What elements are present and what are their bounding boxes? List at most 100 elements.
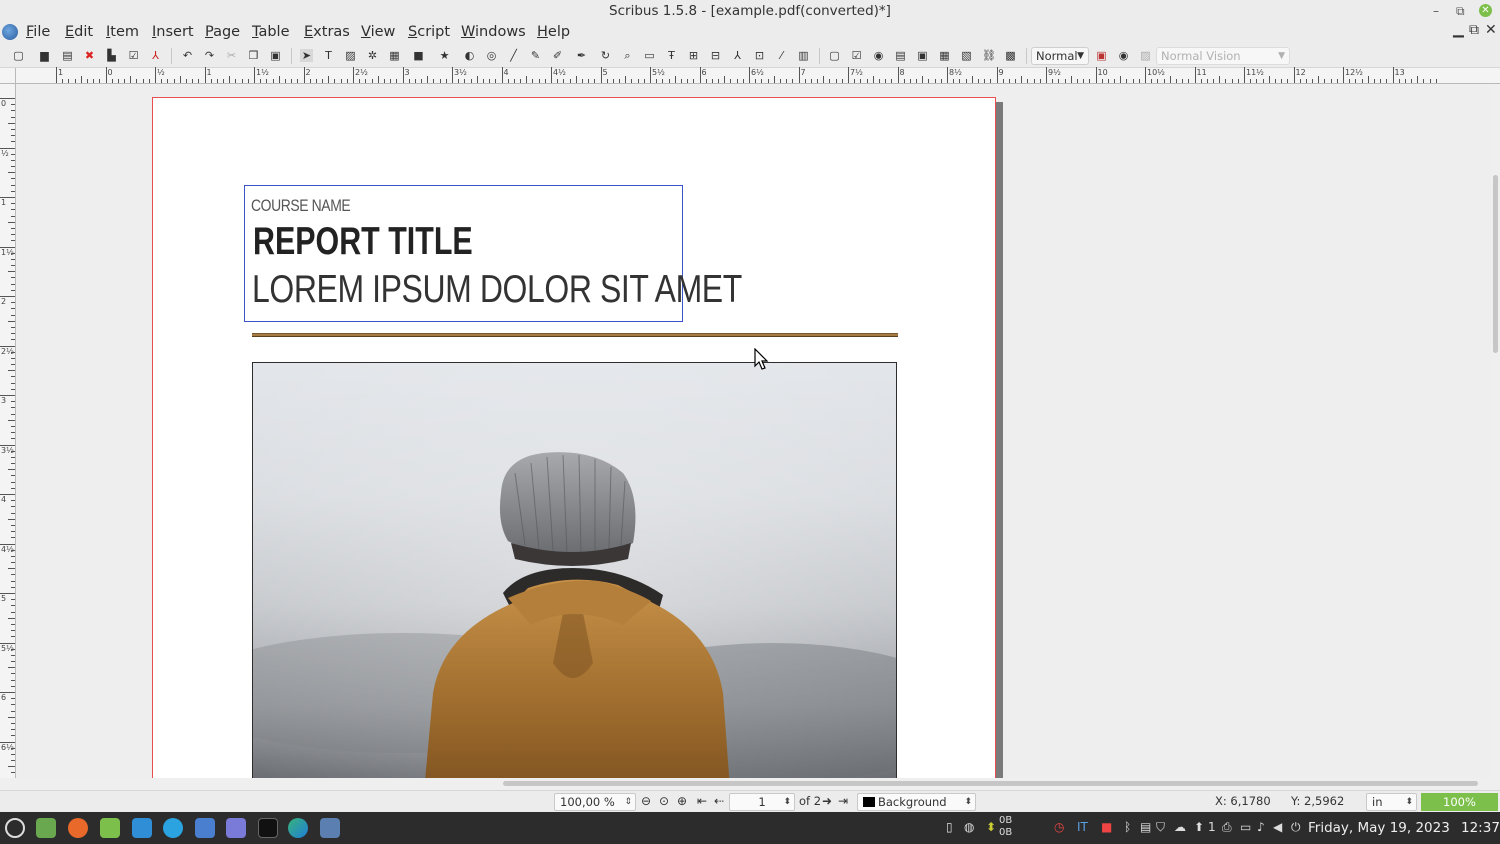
line-icon[interactable]: ╱ (507, 49, 520, 62)
telegram-icon[interactable] (163, 818, 183, 838)
cover-image-frame[interactable] (252, 362, 897, 778)
cloud-icon[interactable]: ☁ (1174, 820, 1186, 834)
files-icon[interactable] (100, 818, 120, 838)
volume-icon[interactable]: ◀ (1273, 820, 1282, 834)
menu-edit[interactable]: Edit (65, 24, 93, 40)
horizontal-rule-line[interactable] (252, 333, 898, 337)
pdf-text-annotation-icon[interactable]: ▧ (960, 49, 973, 62)
title-text-frame[interactable]: COURSE NAME REPORT TITLE LOREM IPSUM DOL… (244, 185, 742, 322)
last-page-icon[interactable]: ⇥ (838, 794, 848, 808)
minimize-button[interactable]: – (1433, 0, 1439, 22)
pdf-text-field-icon[interactable]: ▤ (894, 49, 907, 62)
first-page-icon[interactable]: ⇤ (697, 794, 707, 808)
battery-icon[interactable]: ▭ (1240, 820, 1251, 834)
unlink-frames-icon[interactable]: ⊟ (709, 49, 722, 62)
vertical-scroll-thumb[interactable] (1493, 175, 1498, 353)
document-restore-button[interactable]: ⧉ (1469, 22, 1479, 38)
layer-select[interactable]: Background ⬍ (857, 793, 976, 811)
maximize-button[interactable]: ⧉ (1456, 0, 1465, 22)
vertical-ruler[interactable]: 0 ½ 1 1½ 2 2½ 3 3½ 4 4½ 5 5½ 6 6½ (0, 84, 16, 786)
text-frame-icon[interactable]: T (322, 49, 335, 62)
arc-icon[interactable]: ◐ (463, 49, 476, 62)
shape-icon[interactable]: ■ (412, 49, 425, 62)
next-page-icon[interactable]: ➜ (822, 794, 832, 808)
pdf-push-button-icon[interactable]: ▢ (828, 49, 841, 62)
print-icon[interactable]: ▙ (105, 49, 118, 62)
mail-icon[interactable] (195, 818, 215, 838)
menu-table[interactable]: Table (252, 24, 290, 40)
pdf-checkbox-icon[interactable]: ☑ (850, 49, 863, 62)
bezier-icon[interactable]: ✎ (529, 49, 542, 62)
power-icon[interactable]: ⏻ (1291, 820, 1301, 835)
shield-icon[interactable]: ⛉ (1156, 820, 1165, 835)
zoom-out-icon[interactable]: ⊖ (641, 794, 651, 808)
redo-icon[interactable]: ↷ (203, 49, 216, 62)
unit-select[interactable]: in ⬍ (1366, 793, 1417, 811)
render-frame-icon[interactable]: ✲ (366, 49, 379, 62)
show-desktop-icon[interactable] (36, 818, 56, 838)
new-document-icon[interactable]: ▢ (12, 49, 25, 62)
taskbar-time[interactable]: 12:37 (1461, 820, 1500, 836)
menu-script[interactable]: Script (408, 24, 450, 40)
system-monitor-icon[interactable] (132, 818, 152, 838)
color-management-icon[interactable]: ▣ (1095, 49, 1108, 62)
document-page[interactable]: COURSE NAME REPORT TITLE LOREM IPSUM DOL… (152, 97, 996, 778)
menu-file[interactable]: File (26, 24, 50, 40)
page-number-input[interactable]: 1 ⬍ (729, 793, 795, 811)
table-icon[interactable]: ▦ (388, 49, 401, 62)
export-pdf-icon[interactable]: ⅄ (149, 49, 162, 62)
preview-eye-icon[interactable]: ◉ (1117, 49, 1130, 62)
firefox-icon[interactable] (68, 818, 88, 838)
pdf-combo-box-icon[interactable]: ▣ (916, 49, 929, 62)
freehand-icon[interactable]: ✐ (551, 49, 564, 62)
phone-icon[interactable]: ▯ (946, 820, 953, 834)
workspace-number[interactable]: 1 (1208, 820, 1216, 834)
edit-text-icon[interactable]: Ŧ (665, 49, 678, 62)
menu-windows[interactable]: Windows (461, 24, 526, 40)
spiral-icon[interactable]: ◎ (485, 49, 498, 62)
horizontal-scroll-thumb[interactable] (503, 781, 1478, 786)
copy-properties-icon[interactable]: ⊡ (753, 49, 766, 62)
printer-icon[interactable]: ⎙ (1222, 820, 1232, 835)
bluetooth-icon[interactable]: ᛒ (1124, 820, 1131, 834)
menu-page[interactable]: Page (205, 24, 240, 40)
pdf-3d-annotation-icon[interactable]: ▩ (1004, 49, 1017, 62)
edge-browser-icon[interactable] (288, 818, 308, 838)
close-button[interactable]: ✕ (1479, 4, 1492, 17)
rotate-icon[interactable]: ↻ (599, 49, 612, 62)
text-editor-icon[interactable] (226, 818, 246, 838)
scribus-taskbar-icon[interactable] (320, 818, 340, 838)
cut-icon[interactable]: ✂ (225, 49, 238, 62)
close-document-icon[interactable]: ✖ (83, 49, 96, 62)
undo-icon[interactable]: ↶ (181, 49, 194, 62)
zoom-input[interactable]: 100,00 % ⇕ (554, 793, 636, 811)
terminal-icon[interactable] (258, 818, 278, 838)
menu-extras[interactable]: Extras (304, 24, 350, 40)
menu-insert[interactable]: Insert (152, 24, 194, 40)
clipboard-icon[interactable]: ▤ (1140, 820, 1151, 834)
vision-mode-select[interactable]: Normal Vision ▼ (1156, 47, 1290, 65)
horizontal-ruler[interactable]: 1 0 ½ 1 1½ 2 2½ 3 3½ 4 4½ 5 5½ 6 6½ 7 7½ 8 8½ 9 9½ 10 10½ 11 11½… (16, 67, 1500, 84)
taskbar-date[interactable]: Friday, May 19, 2023 (1308, 820, 1450, 836)
copy-icon[interactable]: ❐ (247, 49, 260, 62)
document-close-button[interactable]: ✕ (1485, 22, 1497, 38)
keyboard-layout[interactable]: IT (1077, 820, 1088, 834)
zoom-in-icon[interactable]: ⊕ (677, 794, 687, 808)
menu-view[interactable]: View (361, 24, 395, 40)
disk-icon[interactable]: ◍ (964, 820, 974, 834)
vertical-scrollbar[interactable] (1491, 85, 1500, 778)
barcode-icon[interactable]: ▥ (797, 49, 810, 62)
zoom-100-icon[interactable]: ⊙ (659, 794, 669, 808)
pdf-link-annotation-icon[interactable]: ⛓ (982, 49, 996, 62)
link-frames-icon[interactable]: ⊞ (687, 49, 700, 62)
edit-contents-icon[interactable]: ▭ (643, 49, 656, 62)
open-document-icon[interactable]: ▆ (38, 49, 51, 62)
edit-in-preview-icon[interactable]: ▨ (1139, 49, 1152, 62)
preflight-check-icon[interactable]: ☑ (127, 49, 140, 62)
pdf-radio-icon[interactable]: ◉ (872, 49, 885, 62)
screen-recorder-icon[interactable]: ■ (1101, 820, 1112, 834)
start-menu-icon[interactable] (5, 818, 25, 838)
menu-help[interactable]: Help (537, 24, 570, 40)
polygon-icon[interactable]: ★ (438, 49, 451, 62)
calligraphic-icon[interactable]: ✒ (575, 49, 588, 62)
